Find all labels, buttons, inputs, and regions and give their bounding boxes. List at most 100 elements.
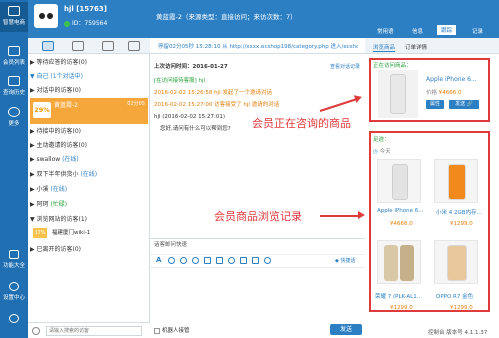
member-list-icon <box>8 46 20 56</box>
agent-name: ▶ 小溪 <box>30 186 49 193</box>
robot-takeover-checkbox[interactable]: 机器人接管 <box>154 326 190 334</box>
tab-track[interactable]: 跟踪 <box>437 25 457 35</box>
tab-phrases[interactable]: 常用语 <box>377 27 394 35</box>
visitor-tabs <box>28 38 150 54</box>
input-area[interactable] <box>150 238 365 338</box>
group-pending[interactable]: ▶ 待接中的访客(0) <box>30 126 148 137</box>
agent-supplier[interactable]: ▶ 双下半年供货小 (在线) <box>30 169 148 180</box>
history-product-price: ¥1299.0 <box>450 221 473 227</box>
subtab-orders[interactable]: 订单详情 <box>405 43 427 51</box>
agent-status: (在线) <box>50 186 68 193</box>
group-left[interactable]: ▶ 已离开的访客(0) <box>30 244 148 255</box>
screen-icon[interactable] <box>252 257 259 264</box>
history-product-image[interactable] <box>434 159 478 203</box>
nav-item-functions[interactable]: 功能大全 <box>0 250 28 269</box>
nav-item-members[interactable]: 会员列表 <box>0 42 28 72</box>
agent-name: ▶ 阿珂 <box>30 201 49 208</box>
send-link-button[interactable]: 发送 🔗 <box>449 100 479 109</box>
history-product-image[interactable] <box>377 240 421 284</box>
clock-icon: ◷ <box>373 149 378 155</box>
list-tab-icon[interactable] <box>128 41 140 51</box>
agent-xiaoxi[interactable]: ▶ 小溪 (在线) <box>30 184 148 195</box>
file-icon[interactable] <box>204 257 211 264</box>
attribute-button[interactable]: 属性 <box>426 100 444 109</box>
more-icon <box>8 107 20 117</box>
quick-phrase-link[interactable]: ◆ 快捷话 <box>335 257 355 264</box>
current-product-image[interactable] <box>378 70 418 118</box>
nav-item-history[interactable]: 查询历史 <box>0 72 28 102</box>
chat-message: 您好,请问有什么可以帮到您? <box>160 126 231 132</box>
visitor-url[interactable]: 停留02分05秒 15:28:10 从 http://xxxx.ecshop19… <box>158 42 358 50</box>
font-icon[interactable]: A <box>156 257 163 264</box>
selected-visitor[interactable]: 29% 黄蓝霞-2 02分05 <box>30 98 148 124</box>
current-product-name[interactable]: Apple iPhone 6... <box>426 76 477 83</box>
history-product-price: ¥1299.0 <box>390 305 413 311</box>
visitor-search-bar <box>28 322 150 338</box>
chat-message: hjl (2016-02-02 15:27:01) <box>154 114 225 120</box>
chat-tab-icon[interactable] <box>42 41 54 51</box>
nav-label: 会员列表 <box>2 60 25 66</box>
group-tab-icon[interactable] <box>72 41 84 51</box>
edit-icon[interactable] <box>240 257 247 264</box>
history-link[interactable]: 查看对话记录 <box>330 63 360 70</box>
history-label: 足迹： <box>373 137 390 143</box>
last-visit: 上次访问时间：2016-01-27 <box>154 64 228 70</box>
history-icon[interactable] <box>264 257 271 264</box>
chat-message: [在访问接待客服] hjl <box>154 78 206 84</box>
tab-records[interactable]: 记录 <box>472 27 483 35</box>
chat-message: 2016-02-02 15:27:00 访客接受了 hjl 邀请的对话 <box>154 102 280 108</box>
history-product-name[interactable]: 小米 4 2GB内存... <box>436 208 482 216</box>
history-day: ◷ 今天 <box>373 147 391 155</box>
visitor-search-input[interactable] <box>46 326 142 336</box>
history-product-name[interactable]: OPPO R7 金色 <box>436 292 473 300</box>
screenshot-icon[interactable] <box>192 257 199 264</box>
group-waiting[interactable]: ▶ 等待应答的访客(0) <box>30 57 148 68</box>
annotation-arrow <box>320 215 360 217</box>
agent-status: (忙碌) <box>50 201 68 208</box>
search-icon <box>32 327 40 335</box>
microphone-icon[interactable] <box>228 257 235 264</box>
tab-info[interactable]: 信息 <box>412 27 423 35</box>
nav-item-settings[interactable]: 设置中心 <box>0 282 28 301</box>
group-invited[interactable]: ▶ 主动邀请的访客(0) <box>30 140 148 151</box>
power-button[interactable] <box>0 314 28 325</box>
nav-item-more[interactable]: 更多 <box>0 103 28 133</box>
history-product-name[interactable]: Apple iPhone 6... <box>377 208 423 214</box>
emoji-icon[interactable] <box>168 257 175 264</box>
browsing-visitor[interactable]: 17% 福建厦门wiki-1 <box>30 227 148 239</box>
group-self[interactable]: ▼ 自己 (1个对话中) <box>30 71 148 82</box>
history-product-price: ¥4666.0 <box>390 221 413 227</box>
agent-swallow[interactable]: ▶ swallow (在线) <box>30 154 148 165</box>
history-product-image[interactable] <box>434 240 478 284</box>
contact-tab-icon[interactable] <box>102 41 114 51</box>
group-browsing[interactable]: ▼ 浏览网站的访客(1) <box>30 214 148 225</box>
agent-status: (在线) <box>80 171 98 178</box>
nav-item-shop[interactable]: 智慧电商 <box>0 2 28 32</box>
checkbox-box <box>154 327 160 334</box>
price-label: 价格 <box>426 90 438 96</box>
price-value: ¥4666.0 <box>438 90 462 96</box>
chat-message: 2016-02-02 15:26:58 hjl 发起了一个邀请对话 <box>154 90 272 96</box>
nav-label: 功能大全 <box>2 263 25 269</box>
annotation-arrowhead <box>358 211 365 219</box>
history-product-image[interactable] <box>377 159 421 203</box>
image-icon[interactable] <box>180 257 187 264</box>
visitor-duration: 02分05 <box>127 101 145 107</box>
send-button[interactable]: 发送 <box>330 324 362 335</box>
nav-label: 更多 <box>8 121 20 127</box>
history-product-price: ¥1299.0 <box>450 305 473 311</box>
group-self-label: ▼ 自己 (1个对话中) <box>30 73 83 80</box>
settings-icon <box>9 282 19 291</box>
subtab-browse[interactable]: 浏览商品 <box>373 43 396 52</box>
history-product-name[interactable]: 荣耀 7 (PLK-AL1... <box>375 292 422 300</box>
history-day-text: 今天 <box>379 149 391 155</box>
annotation-history: 会员商品浏览记录 <box>214 210 302 223</box>
history-icon <box>8 76 20 86</box>
group-chatting[interactable]: ▶ 对话中的访客(0) <box>30 85 148 96</box>
avatar[interactable] <box>34 4 58 28</box>
visitor-percent: 29% <box>33 102 51 118</box>
folder-icon[interactable] <box>216 257 223 264</box>
current-product-label: 正在访问商品： <box>373 63 412 69</box>
agent-ake[interactable]: ▶ 阿珂 (忙碌) <box>30 199 148 210</box>
user-id: ID：759564 <box>64 18 107 27</box>
